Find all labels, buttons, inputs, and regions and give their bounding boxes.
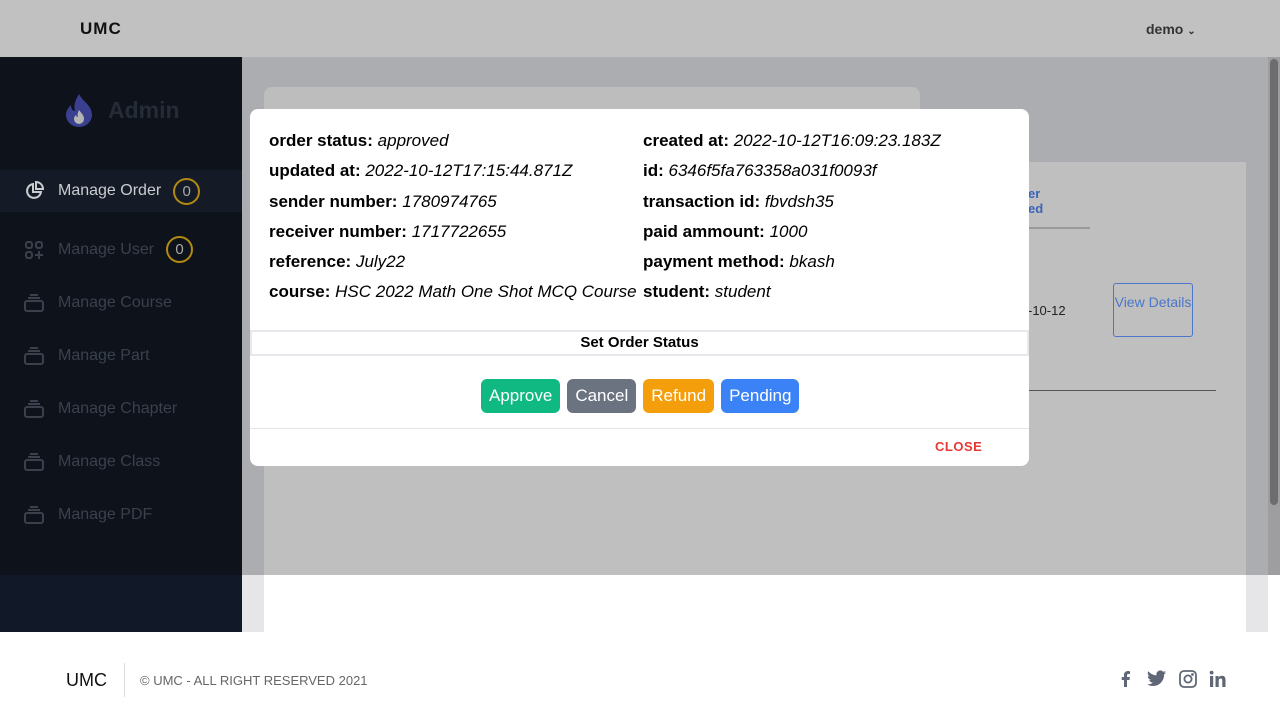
close-button[interactable]: CLOSE — [935, 439, 982, 454]
user-name: demo — [1146, 21, 1184, 37]
sidebar-item-manage-class[interactable]: Manage Class — [0, 435, 242, 488]
refund-button[interactable]: Refund — [643, 379, 715, 413]
field-label: created at: — [643, 131, 729, 150]
sidebar-item-manage-part[interactable]: Manage Part — [0, 329, 242, 382]
chevron-down-icon: ⌄ — [1187, 26, 1196, 37]
scrollbar[interactable] — [1268, 57, 1280, 575]
order-date-partial: -10-12 — [1028, 303, 1066, 318]
main-bottom — [242, 575, 1268, 632]
order-field: id: 6346f5fa763358a031f0093f — [643, 161, 1029, 181]
divider — [250, 428, 1029, 429]
field-value: 2022-10-12T17:15:44.871Z — [365, 161, 573, 181]
sidebar-item-label: Manage Order — [58, 182, 162, 199]
field-label: student: — [643, 282, 711, 302]
field-label: updated at: — [269, 161, 361, 181]
field-label: paid ammount: — [643, 221, 765, 241]
column-header-partial: er — [1028, 186, 1041, 201]
field-label: id: — [643, 161, 664, 181]
apps-add-icon — [25, 240, 43, 259]
divider — [124, 663, 125, 697]
column-header-partial: ed — [1028, 201, 1044, 216]
sidebar-item-manage-order[interactable]: Manage Order 0 — [0, 170, 242, 212]
field-label: order status: — [269, 131, 373, 150]
stack-icon — [24, 346, 44, 365]
sidebar-item-label: Manage Chapter — [58, 399, 178, 417]
stack-icon — [24, 505, 44, 524]
sidebar-item-label: Manage Part — [58, 346, 150, 364]
stack-icon — [24, 452, 44, 471]
twitter-icon[interactable] — [1147, 670, 1167, 688]
set-order-status-title: Set Order Status — [250, 330, 1029, 356]
order-count-badge: 0 — [173, 177, 201, 205]
sidebar-item-manage-course[interactable]: Manage Course — [0, 276, 242, 329]
order-field: payment method: bkash — [643, 252, 1029, 272]
field-label: receiver number: — [269, 221, 407, 241]
user-menu[interactable]: demo ⌄ — [1146, 21, 1196, 37]
order-field: created at: 2022-10-12T16:09:23.183Z — [643, 131, 1029, 151]
view-details-button[interactable]: View Details — [1113, 283, 1193, 337]
field-value: 1717722655 — [411, 221, 507, 241]
footer: UMC © UMC - ALL RIGHT RESERVED 2021 — [0, 632, 1280, 727]
field-value: approved — [377, 131, 449, 150]
field-value: bkash — [789, 252, 835, 272]
instagram-icon[interactable] — [1179, 670, 1197, 688]
field-value: 1000 — [769, 221, 808, 241]
field-value: July22 — [355, 252, 406, 272]
flame-icon — [66, 94, 92, 127]
field-label: reference: — [269, 252, 352, 272]
field-label: payment method: — [643, 252, 785, 272]
user-count-badge: 0 — [166, 236, 194, 263]
order-field: paid ammount: 1000 — [643, 222, 1029, 242]
brand-logo[interactable]: UMC — [80, 19, 122, 39]
sidebar-item-label: Manage Course — [58, 293, 172, 311]
sidebar-item-manage-chapter[interactable]: Manage Chapter — [0, 382, 242, 435]
facebook-icon[interactable] — [1117, 670, 1135, 688]
stack-icon — [24, 399, 44, 418]
pie-chart-icon — [26, 181, 44, 199]
order-details-modal: order status: approved created at: 2022-1… — [250, 109, 1029, 466]
field-label: sender number: — [269, 191, 398, 211]
sidebar-logo: Admin — [64, 93, 180, 127]
field-label: course: — [269, 282, 331, 302]
field-value: 1780974765 — [402, 191, 497, 211]
order-field: course: HSC 2022 Math One Shot MCQ Cours… — [269, 282, 643, 302]
field-value: HSC 2022 Math One Shot MCQ Course — [335, 282, 637, 302]
order-field: updated at: 2022-10-12T17:15:44.871Z — [269, 161, 643, 181]
sidebar-item-label: Manage User — [58, 240, 155, 258]
field-label: transaction id: — [643, 191, 761, 211]
field-value: student — [714, 282, 771, 302]
order-field: sender number: 1780974765 — [269, 192, 643, 212]
copyright: © UMC - ALL RIGHT RESERVED 2021 — [140, 673, 368, 688]
sidebar-title: Admin — [108, 96, 180, 123]
order-field: student: student — [643, 282, 1029, 302]
order-field: transaction id: fbvdsh35 — [643, 192, 1029, 212]
order-fields: order status: approved created at: 2022-1… — [269, 131, 1029, 302]
sidebar-item-manage-pdf[interactable]: Manage PDF — [0, 488, 242, 541]
order-field: order status: approved — [269, 131, 643, 151]
sidebar-footer — [0, 575, 242, 632]
field-value: 2022-10-12T16:09:23.183Z — [733, 131, 941, 150]
footer-brand: UMC — [66, 670, 107, 690]
sidebar: Admin Manage Order 0 Manage User 0 Manag… — [0, 57, 242, 632]
pending-button[interactable]: Pending — [721, 379, 800, 413]
sidebar-item-label: Manage Class — [58, 452, 161, 470]
sidebar-item-manage-user[interactable]: Manage User 0 — [0, 223, 242, 276]
field-value: 6346f5fa763358a031f0093f — [668, 161, 877, 181]
approve-button[interactable]: Approve — [481, 379, 561, 413]
order-field: receiver number: 1717722655 — [269, 222, 643, 242]
field-value: fbvdsh35 — [764, 191, 834, 211]
linkedin-icon[interactable] — [1209, 670, 1227, 688]
order-field: reference: July22 — [269, 252, 643, 272]
cancel-button[interactable]: Cancel — [567, 379, 637, 413]
stack-icon — [24, 293, 44, 312]
top-navbar: UMC demo ⌄ — [0, 0, 1280, 57]
sidebar-item-label: Manage PDF — [58, 505, 153, 523]
